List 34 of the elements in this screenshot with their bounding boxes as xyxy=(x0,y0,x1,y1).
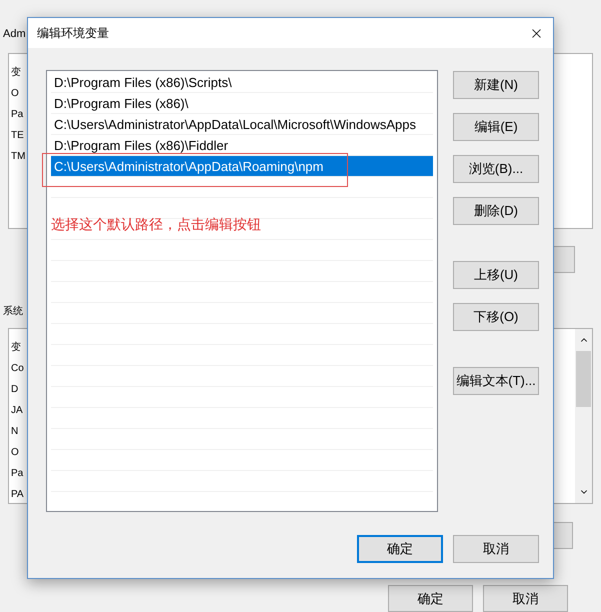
dialog-button[interactable]: 新建(N) xyxy=(453,71,539,99)
path-item[interactable]: C:\Users\Administrator\AppData\Roaming\npm xyxy=(51,156,433,177)
variable-name: 变 xyxy=(11,342,21,353)
variable-name: PA xyxy=(11,489,24,500)
variable-name: N xyxy=(11,426,18,437)
dialog-button[interactable]: 编辑(E) xyxy=(453,113,539,141)
dialog-button[interactable]: 下移(O) xyxy=(453,303,539,331)
dialog-button[interactable]: 浏览(B)... xyxy=(453,155,539,183)
variable-name: JA xyxy=(11,405,23,416)
window-title: 编辑环境变量 xyxy=(37,25,109,42)
variable-name: Pa xyxy=(11,109,24,120)
dialog-button[interactable]: 取消 xyxy=(453,535,539,563)
variable-name: Pa xyxy=(11,468,24,479)
variable-name: TM xyxy=(11,151,26,162)
dialog-button[interactable]: 上移(U) xyxy=(453,261,539,289)
section-label: Adm xyxy=(3,27,26,42)
variable-name: Co xyxy=(11,363,24,374)
variable-name: D xyxy=(11,384,18,395)
variable-name: O xyxy=(11,88,19,99)
dialog-button[interactable]: 确定 xyxy=(357,535,443,563)
dialog-button[interactable]: 编辑文本(T)... xyxy=(453,367,539,395)
section-label: 系统 xyxy=(3,304,23,319)
variable-name: O xyxy=(11,447,19,458)
path-item[interactable]: D:\Program Files (x86)\ xyxy=(51,93,433,114)
window-button[interactable]: 确定 xyxy=(388,585,473,612)
scrollbar[interactable] xyxy=(575,329,592,503)
window-button[interactable]: 取消 xyxy=(483,585,568,612)
variable-name: TE xyxy=(11,130,24,141)
dialog-button[interactable]: 删除(D) xyxy=(453,197,539,225)
path-item[interactable]: D:\Program Files (x86)\Scripts\ xyxy=(51,72,433,93)
variable-name: 变 xyxy=(11,67,21,78)
scroll-thumb[interactable] xyxy=(576,351,591,407)
annotation-text: 选择这个默认路径，点击编辑按钮 xyxy=(51,215,261,234)
path-item[interactable]: C:\Users\Administrator\AppData\Local\Microsoft\WindowsApps xyxy=(51,114,433,135)
